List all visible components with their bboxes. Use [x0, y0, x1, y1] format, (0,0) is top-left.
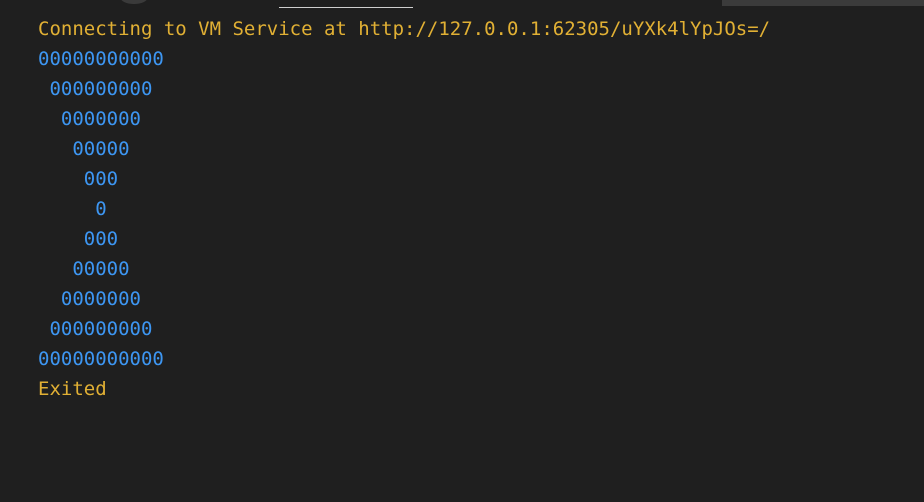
output-line: 0 [38, 198, 107, 220]
output-line: 0000000 [38, 288, 141, 310]
output-line: 00000000000 [38, 48, 164, 70]
output-line: 000000000 [38, 318, 153, 340]
output-line: 000 [38, 228, 119, 250]
output-line: 00000 [38, 258, 130, 280]
panel-chrome-artifact [120, 0, 148, 4]
connect-message: Connecting to VM Service at http://127.0… [38, 18, 771, 40]
output-line: 000000000 [38, 78, 153, 100]
scrollbar-thumb[interactable] [722, 0, 924, 6]
output-line: 00000000000 [38, 348, 164, 370]
output-line: 0000000 [38, 108, 141, 130]
console-output: Connecting to VM Service at http://127.0… [38, 14, 770, 404]
active-tab-indicator [279, 7, 413, 8]
debug-console-panel: Connecting to VM Service at http://127.0… [0, 0, 924, 502]
output-line: 000 [38, 168, 119, 190]
output-line: 00000 [38, 138, 130, 160]
exit-message: Exited [38, 378, 107, 400]
